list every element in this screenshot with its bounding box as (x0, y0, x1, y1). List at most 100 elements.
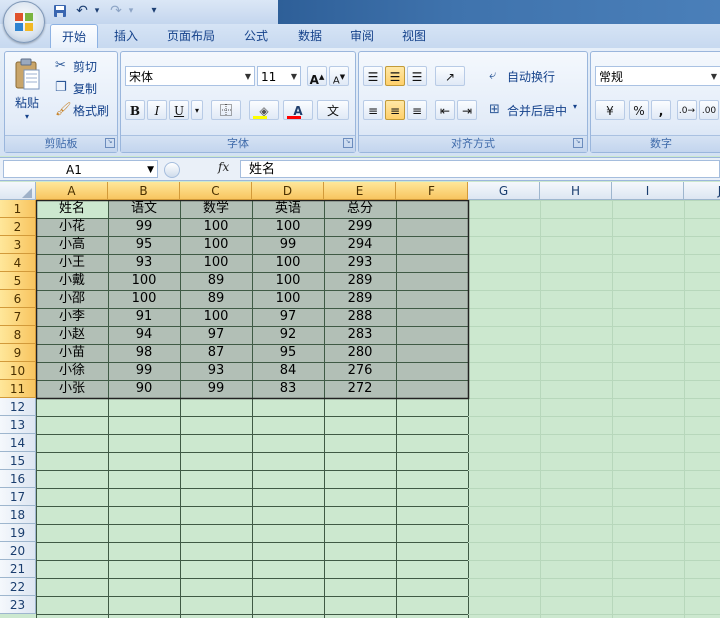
align-bottom-button[interactable]: ☰ (407, 66, 427, 86)
font-size-select[interactable]: 11 ▼ (257, 66, 301, 86)
row-header-16[interactable]: 16 (0, 470, 36, 488)
table-cell[interactable]: 95 (108, 236, 180, 254)
header-cell[interactable]: 总分 (324, 200, 396, 218)
tab-page-layout[interactable]: 页面布局 (160, 24, 222, 48)
table-cell[interactable]: 272 (324, 380, 396, 398)
save-icon[interactable] (52, 3, 68, 19)
row-header-19[interactable]: 19 (0, 524, 36, 542)
table-cell[interactable]: 100 (252, 254, 324, 272)
row-header-17[interactable]: 17 (0, 488, 36, 506)
table-cell[interactable]: 小花 (36, 218, 108, 236)
table-cell[interactable]: 299 (324, 218, 396, 236)
table-cell[interactable]: 100 (180, 254, 252, 272)
alignment-launcher-icon[interactable]: ↘ (573, 138, 583, 148)
table-cell[interactable]: 283 (324, 326, 396, 344)
tab-formulas[interactable]: 公式 (234, 24, 278, 48)
copy-icon[interactable]: ❐ (55, 80, 67, 96)
number-format-select[interactable]: 常规 ▼ (595, 66, 720, 86)
table-cell[interactable]: 99 (108, 218, 180, 236)
table-cell[interactable]: 289 (324, 290, 396, 308)
formula-input[interactable]: 姓名 (240, 160, 720, 178)
row-header-12[interactable]: 12 (0, 398, 36, 416)
percent-button[interactable]: % (629, 100, 649, 120)
decrease-decimal-button[interactable]: .00 (699, 100, 719, 120)
table-cell[interactable]: 小张 (36, 380, 108, 398)
row-header-21[interactable]: 21 (0, 560, 36, 578)
table-cell[interactable]: 小王 (36, 254, 108, 272)
row-header-18[interactable]: 18 (0, 506, 36, 524)
table-cell[interactable]: 小邵 (36, 290, 108, 308)
underline-button[interactable]: U (169, 100, 189, 120)
row-header-11[interactable]: 11 (0, 380, 36, 398)
header-cell[interactable]: 姓名 (36, 200, 108, 218)
tab-review[interactable]: 审阅 (340, 24, 384, 48)
tab-home[interactable]: 开始 (50, 24, 98, 50)
table-cell[interactable]: 93 (180, 362, 252, 380)
currency-button[interactable]: ¥ (595, 100, 625, 120)
merge-center-button[interactable]: 合并后居中 (507, 102, 567, 119)
table-cell[interactable]: 小李 (36, 308, 108, 326)
clipboard-launcher-icon[interactable]: ↘ (105, 138, 115, 148)
table-cell[interactable]: 100 (252, 218, 324, 236)
customize-qat-icon[interactable]: ▾ (148, 3, 160, 19)
column-header-e[interactable]: E (324, 182, 396, 200)
table-cell[interactable]: 87 (180, 344, 252, 362)
orientation-button[interactable]: ↗ (435, 66, 465, 86)
column-header-i[interactable]: I (612, 182, 684, 200)
tab-data[interactable]: 数据 (288, 24, 332, 48)
row-header-22[interactable]: 22 (0, 578, 36, 596)
wrap-text-icon[interactable]: ⤶ (489, 68, 496, 84)
row-header-14[interactable]: 14 (0, 434, 36, 452)
undo-icon[interactable]: ↶ (74, 3, 90, 19)
italic-button[interactable]: I (147, 100, 167, 120)
underline-dropdown-icon[interactable]: ▾ (191, 100, 203, 120)
column-header-c[interactable]: C (180, 182, 252, 200)
row-header-4[interactable]: 4 (0, 254, 36, 272)
decrease-indent-button[interactable]: ⇤ (435, 100, 455, 120)
table-cell[interactable]: 100 (252, 290, 324, 308)
row-header-23[interactable]: 23 (0, 596, 36, 614)
shrink-font-button[interactable]: A▼ (329, 66, 349, 86)
row-header-13[interactable]: 13 (0, 416, 36, 434)
table-cell[interactable]: 276 (324, 362, 396, 380)
row-header-9[interactable]: 9 (0, 344, 36, 362)
merge-center-icon[interactable]: ⊞ (489, 102, 500, 118)
table-cell[interactable]: 98 (108, 344, 180, 362)
column-header-a[interactable]: A (36, 182, 108, 200)
increase-indent-button[interactable]: ⇥ (457, 100, 477, 120)
format-painter-icon[interactable]: 🖌 (55, 102, 72, 118)
font-launcher-icon[interactable]: ↘ (343, 138, 353, 148)
table-cell[interactable]: 97 (252, 308, 324, 326)
header-cell[interactable]: 英语 (252, 200, 324, 218)
table-cell[interactable]: 100 (108, 272, 180, 290)
bold-button[interactable]: B (125, 100, 145, 120)
row-header-2[interactable]: 2 (0, 218, 36, 236)
table-cell[interactable]: 100 (180, 236, 252, 254)
table-cell[interactable]: 99 (252, 236, 324, 254)
column-header-f[interactable]: F (396, 182, 468, 200)
font-name-select[interactable]: 宋体 ▼ (125, 66, 255, 86)
table-cell[interactable]: 小高 (36, 236, 108, 254)
redo-dropdown-icon[interactable]: ▾ (126, 3, 136, 19)
comma-button[interactable]: , (651, 100, 671, 120)
cut-icon[interactable]: ✂ (55, 58, 66, 74)
table-cell[interactable]: 小徐 (36, 362, 108, 380)
column-header-d[interactable]: D (252, 182, 324, 200)
paste-dropdown-icon[interactable]: ▾ (25, 112, 29, 121)
row-header-15[interactable]: 15 (0, 452, 36, 470)
row-header-1[interactable]: 1 (0, 200, 36, 218)
row-header-6[interactable]: 6 (0, 290, 36, 308)
header-cell[interactable]: 数学 (180, 200, 252, 218)
table-cell[interactable]: 83 (252, 380, 324, 398)
align-top-button[interactable]: ☰ (363, 66, 383, 86)
grow-font-button[interactable]: A▲ (307, 66, 327, 87)
table-cell[interactable]: 100 (180, 218, 252, 236)
table-cell[interactable]: 小赵 (36, 326, 108, 344)
table-cell[interactable]: 90 (108, 380, 180, 398)
table-cell[interactable]: 294 (324, 236, 396, 254)
column-header-j[interactable]: J (684, 182, 720, 200)
row-header-5[interactable]: 5 (0, 272, 36, 290)
paste-label[interactable]: 粘贴 (15, 94, 39, 111)
border-button[interactable] (211, 100, 241, 120)
table-cell[interactable]: 93 (108, 254, 180, 272)
